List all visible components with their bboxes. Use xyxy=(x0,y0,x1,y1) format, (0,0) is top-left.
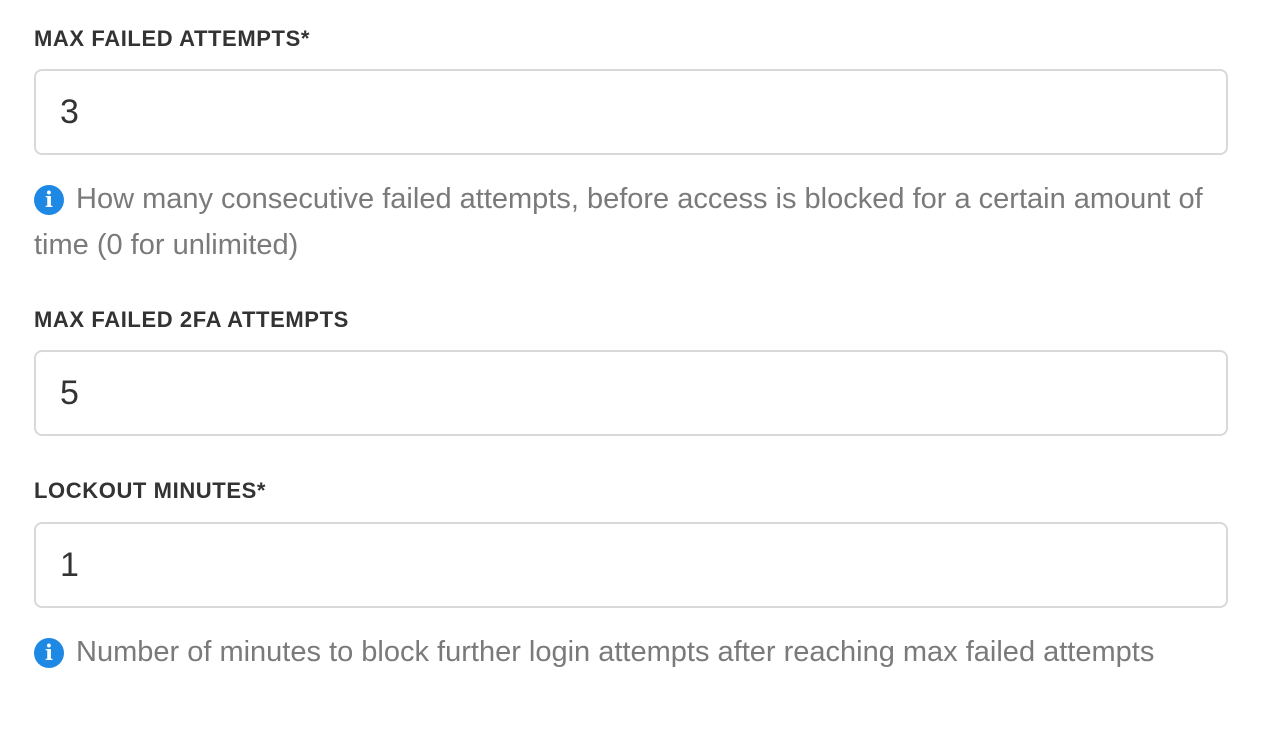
info-icon: i xyxy=(34,638,64,668)
lockout-minutes-input[interactable] xyxy=(34,522,1228,608)
max-failed-attempts-help-text: How many consecutive failed attempts, be… xyxy=(34,183,1203,261)
login-security-form: MAX FAILED ATTEMPTS* iHow many consecuti… xyxy=(0,0,1262,736)
lockout-minutes-label: LOCKOUT MINUTES* xyxy=(34,478,267,503)
max-failed-attempts-input[interactable] xyxy=(34,69,1228,155)
max-failed-attempts-help: i How many consecutive failed attempts, b… xyxy=(34,176,1204,268)
info-icon: i xyxy=(34,185,64,215)
max-failed-2fa-attempts-label: MAX FAILED 2FA ATTEMPTS xyxy=(34,307,349,332)
lockout-minutes-help-text: Number of minutes to block further login… xyxy=(76,636,1155,668)
max-failed-2fa-attempts-input[interactable] xyxy=(34,350,1228,436)
lockout-minutes-help: i Number of minutes to block further logi… xyxy=(34,629,1204,675)
max-failed-attempts-label: MAX FAILED ATTEMPTS* xyxy=(34,26,310,51)
